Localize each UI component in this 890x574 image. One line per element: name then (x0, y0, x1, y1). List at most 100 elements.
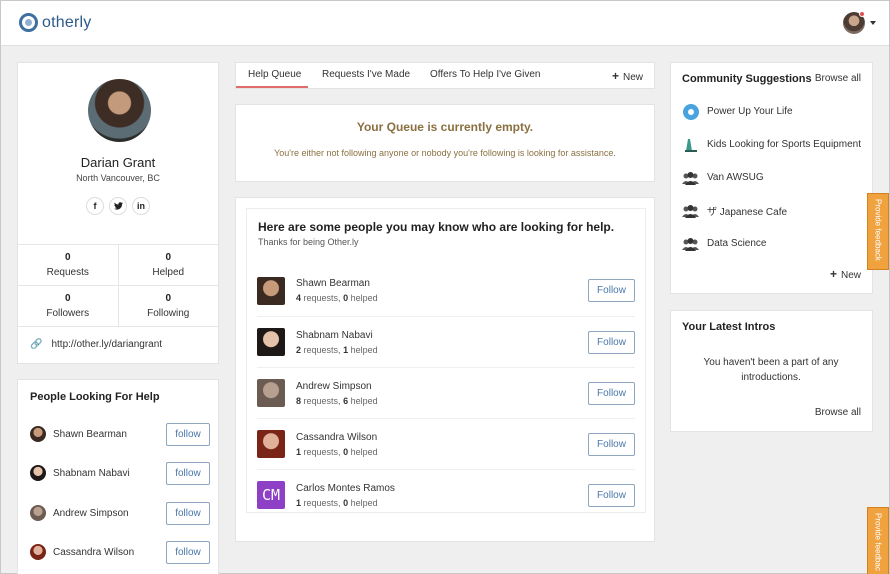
social-links: f in (86, 197, 150, 215)
helped-count: 6 (343, 395, 349, 406)
person-meta: 1 requests, 0 helped (296, 447, 588, 457)
facebook-icon[interactable]: f (86, 197, 104, 215)
community-item-label: Data Science (707, 238, 767, 249)
follow-button[interactable]: Follow (588, 381, 635, 405)
twitter-icon[interactable] (109, 197, 127, 215)
table-row: Shawn Bearman 4 requests, 0 helped Follo… (257, 265, 635, 316)
logo-text: otherly (42, 13, 92, 31)
requests-count: 2 (296, 344, 302, 355)
stat-value: 0 (165, 293, 172, 304)
person-name[interactable]: Shabnam Nabavi (296, 330, 588, 341)
person-name[interactable]: Cassandra Wilson (296, 432, 588, 443)
follow-button[interactable]: Follow (588, 330, 635, 354)
helped-word: helped (350, 344, 378, 355)
tab-help-queue[interactable]: Help Queue (248, 69, 301, 80)
link-icon: 🔗 (30, 339, 43, 350)
avatar[interactable] (257, 276, 285, 305)
power-icon (682, 103, 699, 120)
profile-link[interactable]: 🔗 http://other.ly/dariangrant (30, 339, 162, 350)
linkedin-icon[interactable]: in (132, 197, 150, 215)
helped-word: helped (350, 293, 378, 303)
table-row: CM Carlos Montes Ramos 1 requests, 0 hel… (257, 469, 635, 520)
profile-name[interactable]: Darian Grant (18, 155, 218, 170)
tab-offers-given[interactable]: Offers To Help I've Given (430, 69, 540, 80)
provide-feedback-tab[interactable]: Provide feedbac (867, 507, 889, 574)
helped-count: 0 (343, 293, 349, 303)
follow-button[interactable]: Follow (588, 432, 635, 456)
stat-following[interactable]: 0 Following (117, 286, 219, 326)
profile-card: Darian Grant North Vancouver, BC f in 0 … (17, 62, 219, 364)
stat-value: 0 (64, 252, 71, 263)
follow-button[interactable]: Follow (588, 483, 635, 507)
requests-count: 1 (296, 497, 302, 508)
follow-button[interactable]: follow (166, 461, 210, 485)
people-suggestions-card: Here are some people you may know who ar… (235, 197, 655, 542)
person-meta: 1 requests, 0 helped (296, 498, 588, 508)
logo-icon (19, 13, 38, 32)
avatar[interactable] (30, 426, 46, 442)
avatar[interactable] (257, 328, 285, 356)
plus-icon: + (829, 267, 837, 281)
person-name[interactable]: Andrew Simpson (296, 381, 588, 392)
person-name[interactable]: Cassandra Wilson (53, 547, 166, 558)
requests-word: requests, (303, 446, 341, 457)
stat-helped[interactable]: 0 Helped (117, 245, 219, 285)
stat-followers[interactable]: 0 Followers (18, 286, 118, 326)
notification-dot-icon (859, 11, 865, 17)
profile-avatar[interactable] (88, 79, 151, 142)
browse-all-link[interactable]: Browse all (815, 73, 861, 84)
helped-count: 1 (343, 344, 349, 355)
community-item[interactable]: Van AWSUG (682, 169, 764, 186)
group-icon (682, 235, 699, 252)
follow-button[interactable]: Follow (588, 279, 635, 302)
follow-button[interactable]: follow (166, 422, 210, 446)
community-suggestions-card: Community Suggestions Browse all Power U… (670, 62, 873, 294)
community-item[interactable]: ザ Japanese Cafe (682, 202, 787, 219)
person-name[interactable]: Shabnam Nabavi (53, 468, 166, 479)
browse-all-link[interactable]: Browse all (815, 407, 861, 418)
suggestions-subtitle: Thanks for being Other.ly (258, 237, 359, 247)
community-item[interactable]: Data Science (682, 235, 766, 252)
community-item-label: Van AWSUG (707, 172, 764, 183)
new-request-button[interactable]: + New (612, 69, 643, 83)
stat-requests[interactable]: 0 Requests (18, 245, 118, 285)
tab-requests-made[interactable]: Requests I've Made (322, 69, 410, 80)
profile-link-text: http://other.ly/dariangrant (51, 339, 163, 350)
avatar[interactable]: CM (257, 481, 285, 509)
profile-location: North Vancouver, BC (76, 173, 160, 183)
requests-word: requests, (303, 344, 341, 355)
community-item[interactable]: Kids Looking for Sports Equipment (682, 136, 861, 153)
people-looking-card: People Looking For Help Shawn Bearman fo… (17, 379, 219, 574)
table-row: Shabnam Nabavi 2 requests, 1 helped Foll… (257, 316, 635, 367)
avatar[interactable] (30, 465, 46, 481)
person-name[interactable]: Carlos Montes Ramos (296, 483, 588, 494)
latest-intros-card: Your Latest Intros You haven't been a pa… (670, 310, 873, 432)
avatar[interactable] (30, 505, 46, 521)
follow-button[interactable]: follow (166, 501, 210, 525)
requests-count: 4 (296, 293, 302, 303)
person-name[interactable]: Andrew Simpson (53, 508, 166, 519)
list-item: Cassandra Wilson follow (30, 540, 210, 564)
person-name[interactable]: Shawn Bearman (53, 429, 166, 440)
follow-button[interactable]: follow (166, 540, 210, 564)
chevron-down-icon[interactable] (870, 21, 876, 25)
person-meta: 8 requests, 6 helped (296, 396, 588, 406)
requests-word: requests, (303, 395, 341, 406)
avatar[interactable] (257, 379, 285, 407)
new-community-button[interactable]: + New (830, 267, 861, 281)
community-item[interactable]: Power Up Your Life (682, 103, 793, 120)
avatar[interactable] (30, 544, 46, 560)
avatar[interactable] (257, 430, 285, 458)
person-meta: 2 requests, 1 helped (296, 345, 588, 355)
table-row: Andrew Simpson 8 requests, 6 helped Foll… (257, 367, 635, 418)
stat-label: Followers (46, 308, 90, 319)
person-name[interactable]: Shawn Bearman (296, 278, 588, 289)
queue-empty-title: Your Queue is currently empty. (356, 120, 534, 134)
intros-empty-text: You haven't been a part of any introduct… (703, 357, 839, 383)
intros-title: Your Latest Intros (682, 321, 776, 333)
queue-tabs: Help Queue Requests I've Made Offers To … (235, 62, 655, 89)
logo[interactable]: otherly (19, 13, 91, 32)
provide-feedback-tab[interactable]: Provide feedback (867, 193, 889, 270)
requests-word: requests, (303, 497, 341, 508)
community-title: Community Suggestions (682, 73, 812, 85)
